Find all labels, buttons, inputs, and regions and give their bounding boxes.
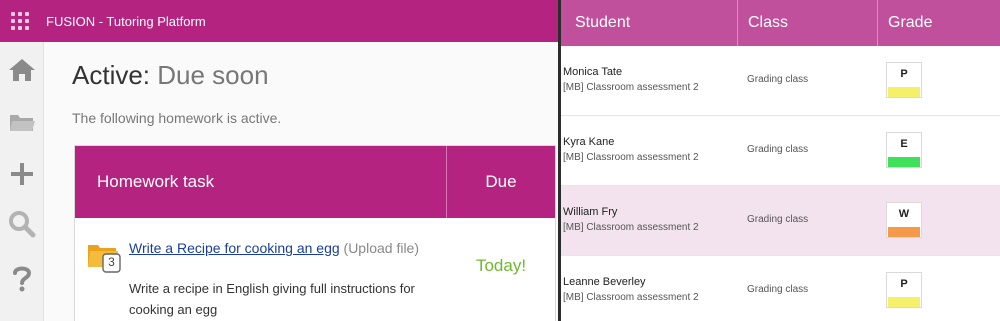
- assessment-name: [MB] Classroom assessment 2: [563, 82, 699, 93]
- class-name: Grading class: [747, 74, 809, 85]
- column-header-class[interactable]: Class: [738, 0, 878, 46]
- grade-color-bar: [888, 297, 920, 307]
- grades-panel: Student Class Grade Monica Tate [MB] Cla…: [561, 0, 1000, 321]
- class-name: Grading class: [747, 144, 809, 155]
- page-title-prefix: Active:: [72, 60, 151, 90]
- sidebar: [0, 42, 44, 321]
- homework-type: (Upload file): [343, 240, 420, 256]
- grade-letter: E: [900, 138, 908, 150]
- grade-letter: P: [900, 278, 908, 290]
- grade-letter: P: [900, 68, 908, 80]
- class-name: Grading class: [747, 214, 809, 225]
- homework-title: Write a Recipe for cooking an egg (Uploa…: [129, 238, 439, 259]
- help-icon[interactable]: [0, 260, 44, 296]
- homework-description: Write a recipe in English giving full in…: [129, 281, 415, 317]
- grade-box[interactable]: P: [886, 62, 922, 98]
- grade-box[interactable]: P: [886, 272, 922, 308]
- grade-letter: W: [898, 208, 910, 220]
- student-name: Kyra Kane: [563, 136, 615, 148]
- grade-row[interactable]: Monica Tate [MB] Classroom assessment 2 …: [561, 46, 1000, 116]
- main-content: Active: Due soon The following homework …: [44, 42, 558, 321]
- app-title: FUSION - Tutoring Platform: [46, 13, 206, 29]
- assessment-name: [MB] Classroom assessment 2: [563, 292, 699, 303]
- grade-box[interactable]: E: [886, 132, 922, 168]
- student-name: Monica Tate: [563, 66, 623, 78]
- page-title-status: Due soon: [157, 60, 269, 90]
- top-bar: FUSION - Tutoring Platform: [0, 0, 558, 42]
- column-header-due[interactable]: Due: [447, 146, 555, 218]
- folder-badge: 3: [108, 255, 115, 269]
- column-header-task[interactable]: Homework task: [75, 146, 447, 218]
- grade-row[interactable]: Leanne Beverley [MB] Classroom assessmen…: [561, 256, 1000, 321]
- search-icon[interactable]: [0, 206, 44, 242]
- homework-link[interactable]: Write a Recipe for cooking an egg: [129, 240, 340, 256]
- assessment-name: [MB] Classroom assessment 2: [563, 152, 699, 163]
- grade-row[interactable]: Kyra Kane [MB] Classroom assessment 2 Gr…: [561, 116, 1000, 186]
- column-header-grade[interactable]: Grade: [878, 0, 1000, 46]
- homework-due: Today!: [475, 256, 527, 275]
- apps-grid-icon[interactable]: [0, 0, 40, 42]
- home-icon[interactable]: [0, 52, 44, 88]
- plus-icon[interactable]: [0, 156, 44, 192]
- student-name: William Fry: [563, 206, 618, 218]
- homework-table: Homework task Due 3 Write a Recipe for c…: [74, 145, 556, 321]
- class-name: Grading class: [747, 284, 809, 295]
- column-header-student[interactable]: Student: [561, 0, 738, 46]
- folder-icon[interactable]: [0, 104, 44, 140]
- homework-row: 3 Write a Recipe for cooking an egg (Upl…: [75, 218, 555, 321]
- grade-row[interactable]: William Fry [MB] Classroom assessment 2 …: [561, 186, 1000, 256]
- student-name: Leanne Beverley: [563, 276, 646, 288]
- assessment-name: [MB] Classroom assessment 2: [563, 222, 699, 233]
- grade-box[interactable]: W: [886, 202, 922, 238]
- grade-color-bar: [888, 157, 920, 167]
- page-subtitle: The following homework is active.: [72, 110, 282, 126]
- homework-table-header: Homework task Due: [75, 146, 555, 218]
- upload-folder-icon: 3: [87, 241, 123, 273]
- grades-table-header: Student Class Grade: [561, 0, 1000, 46]
- grade-color-bar: [888, 227, 920, 237]
- page-title: Active: Due soon: [72, 60, 269, 91]
- homework-panel: FUSION - Tutoring Platform Active: Due s…: [0, 0, 558, 321]
- grade-color-bar: [888, 87, 920, 97]
